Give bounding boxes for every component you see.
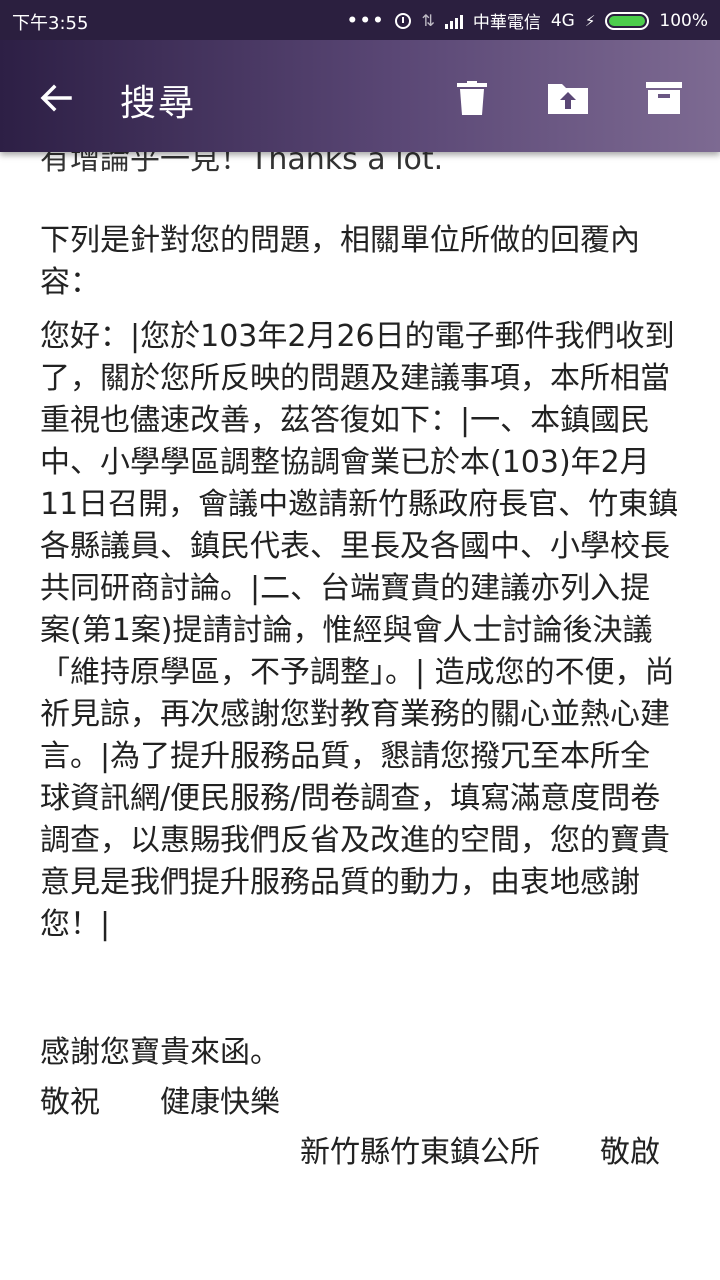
- signature-closing: 敬啟: [600, 1135, 660, 1170]
- battery-icon: [605, 11, 650, 30]
- archive-button[interactable]: [638, 72, 690, 124]
- regards-right: 健康快樂: [160, 1085, 280, 1120]
- page-title: 搜尋: [120, 83, 197, 124]
- alarm-icon: [395, 12, 412, 29]
- signal-icon: [444, 13, 463, 29]
- message-body[interactable]: 有增論乎一見！Thanks a lot. 下列是針對您的問題，相關單位所做的回覆…: [0, 152, 720, 1280]
- reply-intro: 下列是針對您的問題，相關單位所做的回覆內容：: [40, 223, 640, 300]
- more-notifications-icon: •••: [346, 10, 386, 31]
- back-button[interactable]: [30, 72, 82, 124]
- charging-icon: ⚡: [584, 11, 596, 30]
- status-time: 下午3:55: [12, 13, 89, 34]
- archive-icon: [646, 82, 682, 114]
- battery-percent: 100%: [659, 10, 708, 31]
- network-label: 4G: [550, 10, 575, 31]
- partial-text-line: 有增論乎一見！Thanks a lot.: [40, 152, 444, 177]
- trash-icon: [457, 81, 487, 115]
- data-transfer-icon: ⇅: [421, 11, 435, 30]
- back-arrow-icon: [40, 84, 72, 112]
- move-to-folder-button[interactable]: [542, 72, 594, 124]
- folder-move-icon: [548, 84, 588, 114]
- reply-content: 您好：|您於103年2月26日的電子郵件我們收到了，關於您所反映的問題及建議事項…: [40, 319, 679, 942]
- thanks-line: 感謝您寶貴來函。: [40, 1035, 280, 1070]
- app-toolbar: 搜尋: [0, 40, 720, 152]
- battery-fill: [609, 15, 646, 26]
- regards-line: 敬祝 健康快樂: [40, 1082, 680, 1124]
- status-bar: 下午3:55 ••• ⇅ 中華電信 4G ⚡ 100%: [0, 0, 720, 40]
- regards-left: 敬祝: [40, 1085, 100, 1120]
- delete-button[interactable]: [446, 72, 498, 124]
- status-icons: ••• ⇅ 中華電信 4G ⚡ 100%: [346, 8, 708, 34]
- carrier-label: 中華電信: [472, 13, 541, 33]
- signature-line: 新竹縣竹東鎮公所 敬啟: [300, 1132, 700, 1174]
- signature-org: 新竹縣竹東鎮公所: [300, 1135, 540, 1170]
